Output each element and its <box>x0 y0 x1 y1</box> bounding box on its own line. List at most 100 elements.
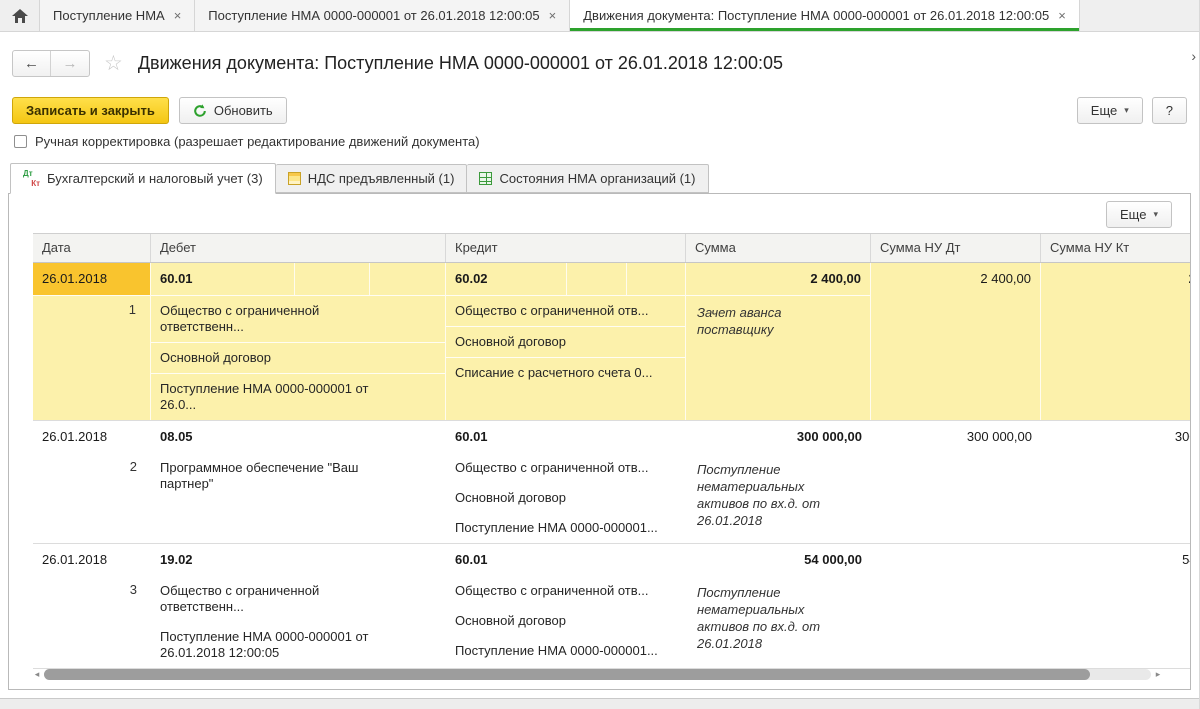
credit-detail[interactable]: Поступление НМА 0000-000001... <box>446 513 686 543</box>
column-header-debit[interactable]: Дебет <box>151 234 446 262</box>
credit-detail[interactable]: Основной договор <box>446 606 686 636</box>
credit-detail[interactable]: Общество с ограниченной отв... <box>446 295 685 326</box>
cell-credit[interactable]: 60.01Общество с ограниченной отв...Основ… <box>446 421 686 543</box>
debit-account[interactable]: 19.02 <box>151 544 446 576</box>
amount-value: 54 000,00 <box>686 544 871 576</box>
command-bar-right: Еще ▾ ? <box>1077 97 1187 124</box>
help-button[interactable]: ? <box>1152 97 1187 124</box>
column-header-amount[interactable]: Сумма <box>686 234 871 262</box>
debit-account[interactable]: 60.01 <box>151 263 445 295</box>
cell-amount-nu-kt[interactable]: 300 000,00 <box>1041 421 1191 543</box>
debit-detail[interactable]: Поступление НМА 0000-000001 от 26.0... <box>151 373 445 420</box>
close-icon[interactable]: × <box>1058 8 1066 23</box>
refresh-icon <box>193 104 207 118</box>
debit-detail[interactable]: Программное обеспечение "Ваш партнер" <box>151 453 446 499</box>
table-row[interactable]: 26.01.2018319.02Общество с ограниченной … <box>33 544 1191 669</box>
cell-amount-nu-kt[interactable]: 54 000,00 <box>1041 544 1191 668</box>
close-icon[interactable]: × <box>549 8 557 23</box>
cell-amount-nu-dt[interactable] <box>871 544 1041 668</box>
cell-amount-nu-dt[interactable]: 300 000,00 <box>871 421 1041 543</box>
amount-nu-dt-value <box>871 544 1041 576</box>
debit-detail[interactable]: Основной договор <box>151 342 445 373</box>
date-value[interactable]: 26.01.2018 <box>33 263 150 295</box>
credit-detail[interactable]: Общество с ограниченной отв... <box>446 453 686 483</box>
home-icon <box>12 9 28 23</box>
cell-amount[interactable]: 300 000,00Поступление нематериальных акт… <box>686 421 871 543</box>
credit-account[interactable]: 60.01 <box>446 544 686 576</box>
cell-amount[interactable]: 54 000,00Поступление нематериальных акти… <box>686 544 871 668</box>
cell-amount-nu-kt[interactable]: 2 400,00 <box>1041 263 1191 420</box>
cell-amount[interactable]: 2 400,00Зачет аванса поставщику <box>686 263 871 420</box>
debit-detail[interactable]: Поступление НМА 0000-000001 от 26.01.201… <box>151 622 446 668</box>
tab-receipt-nma-document[interactable]: Поступление НМА 0000-000001 от 26.01.201… <box>195 0 570 31</box>
cell-credit[interactable]: 60.02Общество с ограниченной отв...Основ… <box>446 263 686 420</box>
cell-debit[interactable]: 19.02Общество с ограниченной ответственн… <box>151 544 446 668</box>
back-button[interactable]: ← <box>13 51 51 76</box>
vat-document-icon <box>288 172 301 185</box>
window-bottom-edge <box>0 698 1199 709</box>
amount-nu-kt-value: 300 000,00 <box>1041 421 1191 453</box>
credit-detail[interactable]: Основной договор <box>446 483 686 513</box>
column-header-amount-nu-dt[interactable]: Сумма НУ Дт <box>871 234 1041 262</box>
date-value[interactable]: 26.01.2018 <box>33 421 151 453</box>
scrollbar-track[interactable] <box>44 669 1151 680</box>
table-row[interactable]: 26.01.2018208.05Программное обеспечение … <box>33 421 1191 544</box>
more-label: Еще <box>1091 103 1117 118</box>
manual-adjustment-checkbox[interactable] <box>14 135 27 148</box>
table-more-label: Еще <box>1120 207 1146 222</box>
cell-credit[interactable]: 60.01Общество с ограниченной отв...Основ… <box>446 544 686 668</box>
date-value[interactable]: 26.01.2018 <box>33 544 151 576</box>
row-number: 2 <box>33 453 151 483</box>
table-more-button[interactable]: Еще ▾ <box>1106 201 1172 228</box>
tab-label: Движения документа: Поступление НМА 0000… <box>583 8 1049 23</box>
cell-debit[interactable]: 60.01Общество с ограниченной ответственн… <box>151 263 446 420</box>
manual-adjustment-label[interactable]: Ручная корректировка (разрешает редактир… <box>35 134 480 149</box>
cell-amount-nu-dt[interactable]: 2 400,00 <box>871 263 1041 420</box>
collapse-panel-chevron-icon[interactable]: › <box>1191 48 1196 64</box>
tab-nma-states[interactable]: Состояния НМА организаций (1) <box>467 164 708 193</box>
scrollbar-thumb[interactable] <box>44 669 1090 680</box>
movement-comment: Поступление нематериальных активов по вх… <box>686 576 871 658</box>
movement-comment: Зачет аванса поставщику <box>686 295 870 344</box>
tab-vat-presented[interactable]: НДС предъявленный (1) <box>276 164 468 193</box>
scroll-left-icon[interactable]: ◂ <box>31 668 43 681</box>
column-header-credit[interactable]: Кредит <box>446 234 686 262</box>
tab-label: Поступление НМА 0000-000001 от 26.01.201… <box>208 8 539 23</box>
table-header: Дата Дебет Кредит Сумма Сумма НУ Дт Сумм… <box>33 233 1191 263</box>
tab-document-movements[interactable]: Движения документа: Поступление НМА 0000… <box>570 0 1080 31</box>
refresh-button[interactable]: Обновить <box>179 97 287 124</box>
credit-detail[interactable]: Поступление НМА 0000-000001... <box>446 636 686 666</box>
forward-button[interactable]: → <box>51 51 89 76</box>
save-and-close-button[interactable]: Записать и закрыть <box>12 97 169 124</box>
home-button[interactable] <box>0 0 40 31</box>
tab-bar-filler <box>1080 0 1199 31</box>
cell-debit[interactable]: 08.05Программное обеспечение "Ваш партне… <box>151 421 446 543</box>
favorites-star-icon[interactable]: ☆ <box>104 53 123 74</box>
credit-account[interactable]: 60.01 <box>446 421 686 453</box>
credit-detail[interactable]: Списание с расчетного счета 0... <box>446 357 685 388</box>
close-icon[interactable]: × <box>174 8 182 23</box>
amount-value: 300 000,00 <box>686 421 871 453</box>
amount-nu-dt-value: 300 000,00 <box>871 421 1041 453</box>
movements-table: Дата Дебет Кредит Сумма Сумма НУ Дт Сумм… <box>33 233 1191 669</box>
horizontal-scrollbar: ◂ ▸ <box>31 668 1164 681</box>
more-button[interactable]: Еще ▾ <box>1077 97 1143 124</box>
cell-date[interactable]: 26.01.20181 <box>33 263 151 420</box>
cell-date[interactable]: 26.01.20182 <box>33 421 151 543</box>
amount-nu-kt-value: 54 000,00 <box>1041 544 1191 576</box>
cell-date[interactable]: 26.01.20183 <box>33 544 151 668</box>
column-header-amount-nu-kt[interactable]: Сумма НУ Кт <box>1041 234 1191 262</box>
row-number: 3 <box>33 576 151 606</box>
manual-adjustment-row: Ручная корректировка (разрешает редактир… <box>0 127 1199 155</box>
credit-detail[interactable]: Общество с ограниченной отв... <box>446 576 686 606</box>
credit-detail[interactable]: Основной договор <box>446 326 685 357</box>
scroll-right-icon[interactable]: ▸ <box>1152 668 1164 681</box>
debit-detail[interactable]: Общество с ограниченной ответственн... <box>151 576 446 622</box>
tab-accounting-tax[interactable]: ДтКт Бухгалтерский и налоговый учет (3) <box>10 163 276 194</box>
debit-detail[interactable]: Общество с ограниченной ответственн... <box>151 295 445 342</box>
debit-account[interactable]: 08.05 <box>151 421 446 453</box>
tab-receipt-nma-list[interactable]: Поступление НМА × <box>40 0 195 31</box>
table-row[interactable]: 26.01.2018160.01Общество с ограниченной … <box>33 263 1191 421</box>
column-header-date[interactable]: Дата <box>33 234 151 262</box>
credit-account[interactable]: 60.02 <box>446 263 685 295</box>
